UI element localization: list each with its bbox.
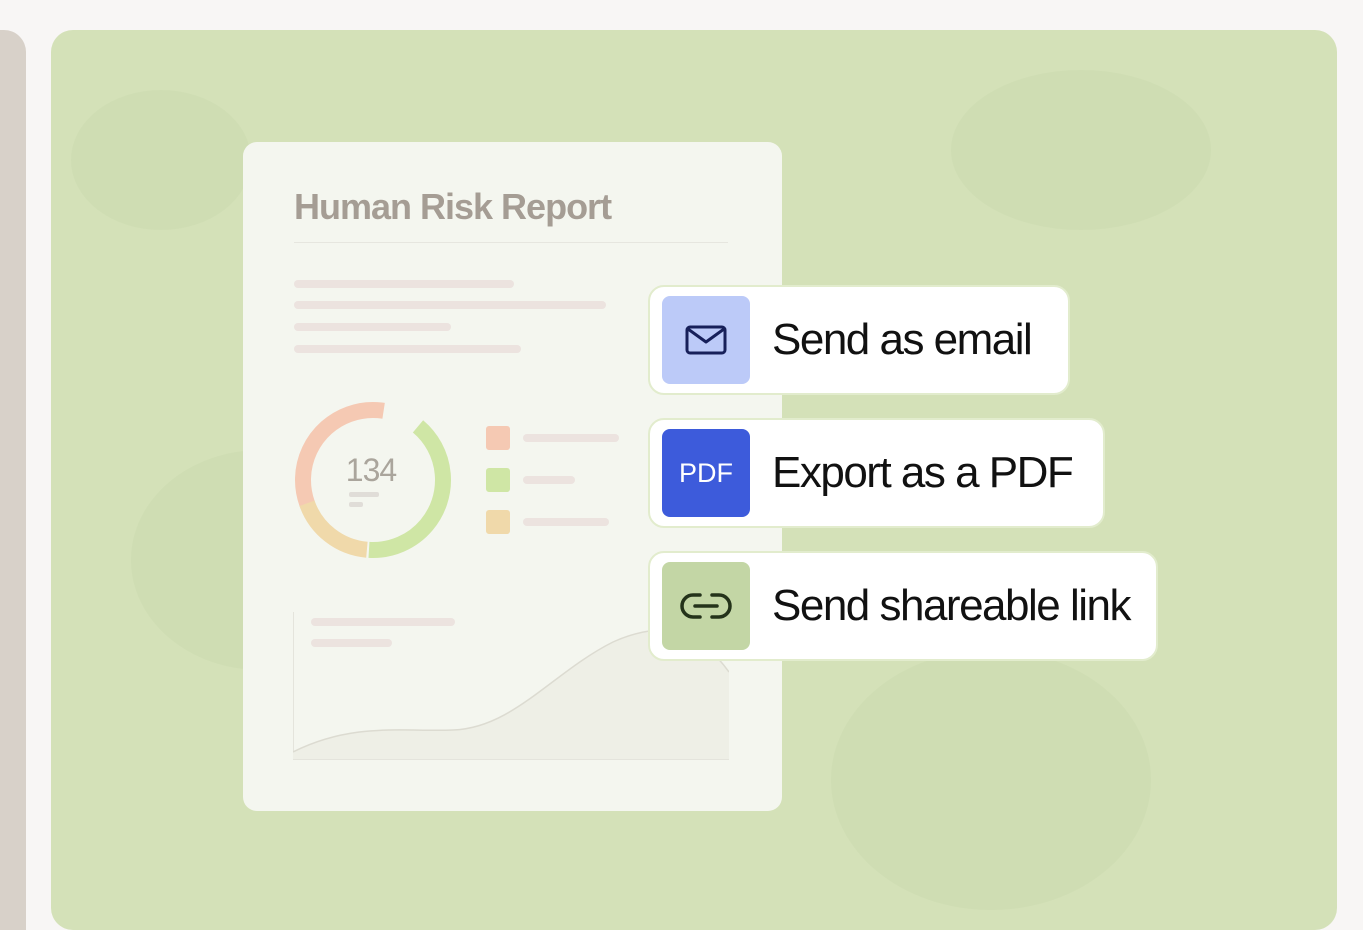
legend-swatch-green <box>486 468 510 492</box>
send-link-button[interactable]: Send shareable link <box>648 551 1158 661</box>
pdf-icon: PDF <box>662 429 750 517</box>
text-placeholder-line <box>294 280 514 288</box>
text-placeholder-line <box>294 323 451 331</box>
send-email-label: Send as email <box>772 315 1033 364</box>
legend-line <box>523 476 575 484</box>
title-divider <box>294 242 728 243</box>
send-email-button[interactable]: Send as email <box>648 285 1070 395</box>
legend-swatch-yellow <box>486 510 510 534</box>
send-link-label: Send shareable link <box>772 581 1131 630</box>
legend-line <box>523 518 609 526</box>
report-title: Human Risk Report <box>294 186 612 227</box>
export-pdf-button[interactable]: PDF Export as a PDF <box>648 418 1105 528</box>
score-dash <box>349 502 363 507</box>
risk-score-value: 134 <box>345 452 397 488</box>
legend-swatch-orange <box>486 426 510 450</box>
mail-icon <box>662 296 750 384</box>
pdf-icon-text: PDF <box>679 457 733 488</box>
legend-line <box>523 434 619 442</box>
link-icon <box>662 562 750 650</box>
side-panel <box>0 30 26 930</box>
text-placeholder-line <box>294 345 521 353</box>
export-pdf-label: Export as a PDF <box>772 448 1074 497</box>
score-dash <box>349 492 379 497</box>
text-placeholder-line <box>294 301 606 309</box>
